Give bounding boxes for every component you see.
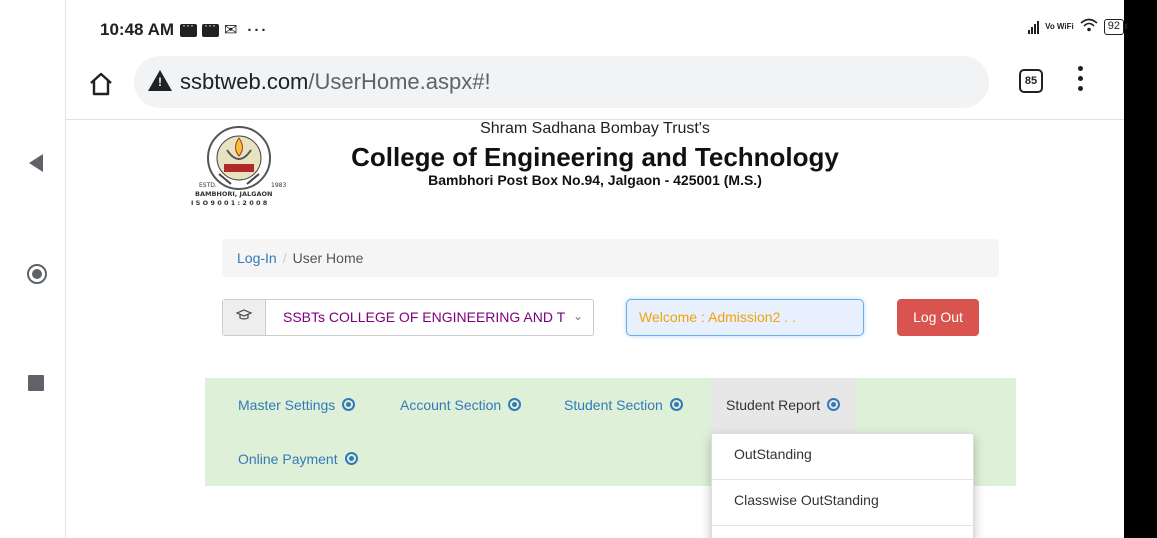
menu-label: Student Report xyxy=(726,397,821,413)
menu-label: Master Settings xyxy=(238,397,336,413)
wifi-icon xyxy=(1080,18,1098,36)
breadcrumb-separator: / xyxy=(282,250,287,266)
status-bar: 10:48 AM ✉ ··· Vo WiFi 92 xyxy=(66,0,1128,54)
browser-toolbar: ssbtweb.com/UserHome.aspx#! 85 xyxy=(66,54,1124,120)
circle-dot-icon xyxy=(342,397,356,411)
breadcrumb: Log-In / User Home xyxy=(222,239,999,277)
gmail-icon: ✉ xyxy=(224,22,240,39)
android-nav-bar xyxy=(0,0,66,538)
menu-label: Student Section xyxy=(564,397,663,413)
trust-name: Shram Sadhana Bombay Trust's xyxy=(480,120,710,137)
url-path: /UserHome.aspx#! xyxy=(308,69,491,94)
graduation-cap-icon xyxy=(223,300,266,335)
menu-account-section[interactable]: Account Section xyxy=(400,378,522,432)
battery-icon: 92 xyxy=(1103,19,1128,35)
menu-label: Online Payment xyxy=(238,451,338,467)
message-icon xyxy=(202,18,219,37)
svg-text:BAMBHORI, JALGAON: BAMBHORI, JALGAON xyxy=(195,190,272,198)
screen-edge xyxy=(1124,0,1157,538)
screen: 10:48 AM ✉··· Vo WiFi 92 ssbtweb.com/Use… xyxy=(0,0,1157,538)
chevron-down-icon: ⌄ xyxy=(572,309,583,323)
menu-master-settings[interactable]: Master Settings xyxy=(238,378,356,432)
svg-text:I S O 9 0 0 1 : 2 0 0 8: I S O 9 0 0 1 : 2 0 0 8 xyxy=(191,199,268,207)
circle-dot-icon xyxy=(669,397,683,411)
message-icon xyxy=(180,18,197,37)
welcome-field: Welcome : Admission2 . . xyxy=(626,299,864,336)
back-icon[interactable] xyxy=(29,154,43,172)
overflow-menu-icon[interactable] xyxy=(1078,66,1084,96)
url-text[interactable]: ssbtweb.com/UserHome.aspx#! xyxy=(180,69,491,95)
menu-label: Account Section xyxy=(400,397,502,413)
logout-button[interactable]: Log Out xyxy=(897,299,979,336)
system-icons: Vo WiFi 92 xyxy=(1028,18,1128,36)
more-notifications-icon: ··· xyxy=(247,21,269,39)
dropdown-item-classwise-outstanding[interactable]: Classwise OutStanding xyxy=(712,480,973,526)
notification-icons: ✉ ··· xyxy=(180,18,269,40)
menu-online-payment[interactable]: Online Payment xyxy=(238,432,358,486)
breadcrumb-login-link[interactable]: Log-In xyxy=(237,250,277,266)
circle-dot-icon xyxy=(508,397,522,411)
home-icon[interactable] xyxy=(88,71,114,97)
circle-dot-icon xyxy=(344,451,358,465)
url-host: ssbtweb.com xyxy=(180,69,309,94)
home-circle-icon[interactable] xyxy=(27,264,47,284)
college-select-value: SSBTs COLLEGE OF ENGINEERING AND T xyxy=(283,309,566,325)
college-title: College of Engineering and Technology xyxy=(351,142,839,172)
breadcrumb-current: User Home xyxy=(292,250,364,266)
circle-dot-icon xyxy=(827,397,841,411)
not-secure-warning-icon[interactable] xyxy=(148,70,172,91)
signal-icon xyxy=(1028,20,1040,34)
recent-apps-icon[interactable] xyxy=(28,375,44,391)
college-address: Bambhori Post Box No.94, Jalgaon - 42500… xyxy=(428,172,762,188)
dropdown-item-outstanding[interactable]: OutStanding xyxy=(712,434,973,480)
college-select[interactable]: SSBTs COLLEGE OF ENGINEERING AND T ⌄ xyxy=(222,299,594,336)
menu-student-section[interactable]: Student Section xyxy=(564,378,683,432)
status-time: 10:48 AM xyxy=(100,20,175,39)
student-report-dropdown: OutStanding Classwise OutStanding xyxy=(711,433,974,538)
volte-icon: Vo WiFi xyxy=(1045,22,1074,31)
menu-student-report[interactable]: Student Report xyxy=(711,378,856,432)
address-bar[interactable]: ssbtweb.com/UserHome.aspx#! xyxy=(134,56,989,108)
tab-switcher-button[interactable]: 85 xyxy=(1019,69,1043,93)
